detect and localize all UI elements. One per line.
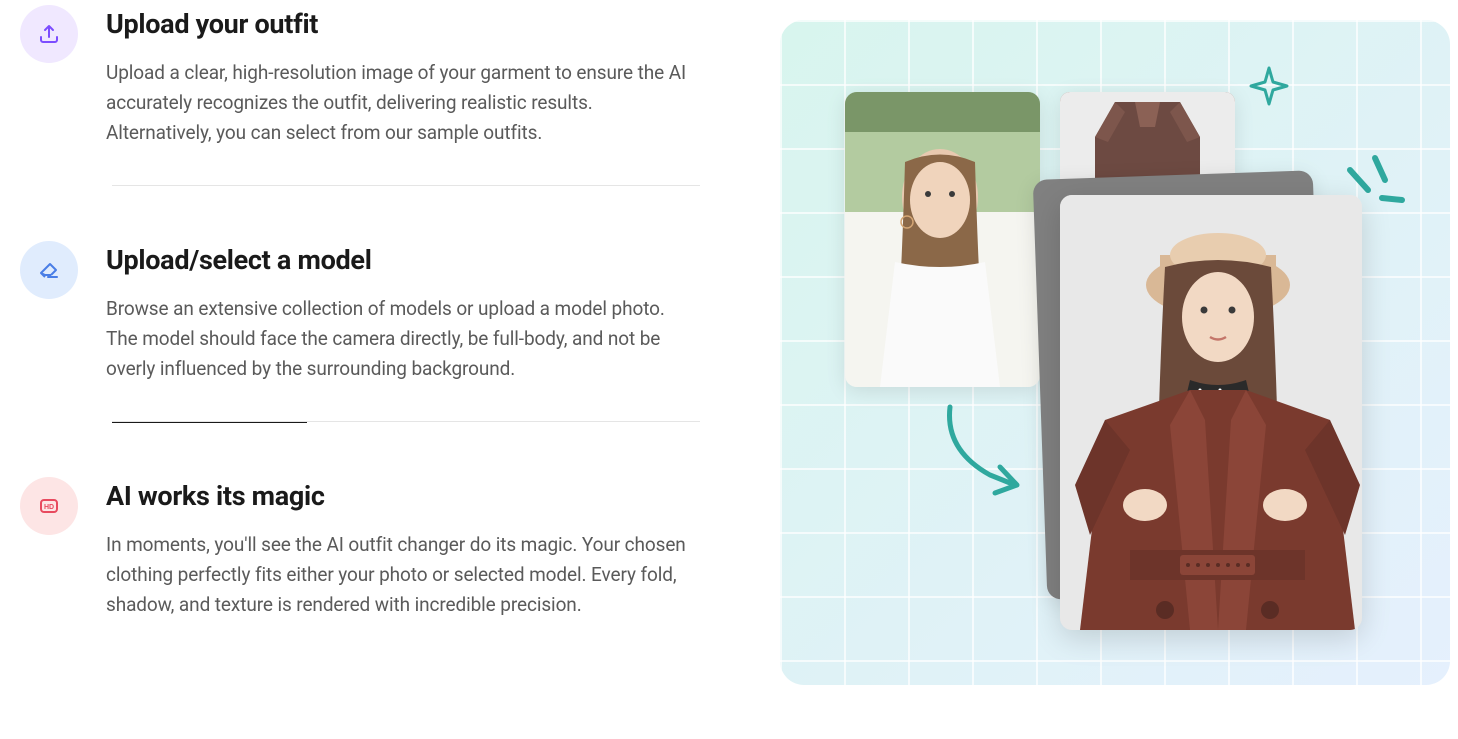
eraser-icon bbox=[20, 241, 78, 299]
preview-panel bbox=[780, 20, 1450, 685]
steps-list: Upload your outfit Upload a clear, high-… bbox=[20, 0, 700, 685]
arrow-icon bbox=[935, 395, 1040, 500]
hd-icon: HD bbox=[20, 477, 78, 535]
step-select-model: Upload/select a model Browse an extensiv… bbox=[20, 241, 700, 422]
step-upload-outfit: Upload your outfit Upload a clear, high-… bbox=[20, 5, 700, 186]
svg-text:HD: HD bbox=[44, 504, 54, 511]
step-ai-magic: HD AI works its magic In moments, you'll… bbox=[20, 477, 700, 658]
model-photo-small bbox=[845, 92, 1040, 387]
step-description: Upload a clear, high-resolution image of… bbox=[106, 58, 700, 148]
progress-indicator bbox=[112, 421, 307, 423]
upload-icon bbox=[20, 5, 78, 63]
result-photo-large bbox=[1060, 195, 1362, 630]
step-title: Upload/select a model bbox=[106, 244, 700, 276]
step-title: AI works its magic bbox=[106, 480, 700, 512]
step-description: In moments, you'll see the AI outfit cha… bbox=[106, 530, 700, 620]
step-title: Upload your outfit bbox=[106, 8, 700, 40]
sparkle-icon bbox=[1248, 65, 1290, 107]
step-description: Browse an extensive collection of models… bbox=[106, 294, 700, 384]
